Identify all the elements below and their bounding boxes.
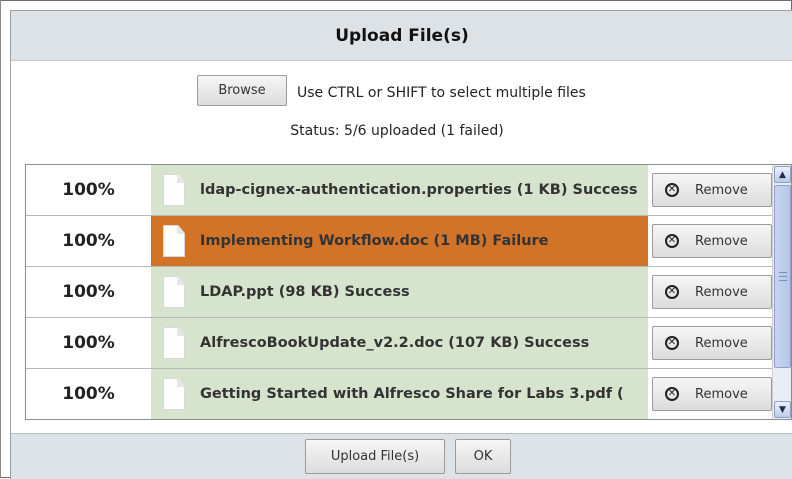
browse-row: Browse Use CTRL or SHIFT to select multi…: [197, 74, 586, 106]
file-progress: 100%: [26, 369, 151, 419]
document-icon: [163, 327, 185, 359]
file-progress: 100%: [26, 318, 151, 368]
multi-select-hint: Use CTRL or SHIFT to select multiple fil…: [297, 85, 586, 101]
file-name: ldap-cignex-authentication.properties (1…: [200, 182, 638, 198]
document-icon: [163, 225, 185, 257]
file-entry: Getting Started with Alfresco Share for …: [151, 369, 648, 419]
file-row: 100% ldap-cignex-authentication.properti…: [26, 165, 772, 216]
remove-cell: ✕ Remove: [648, 267, 772, 317]
file-row: 100% Implementing Workflow.doc (1 MB) Fa…: [26, 216, 772, 267]
remove-circle-x-icon: ✕: [665, 234, 679, 248]
document-icon: [163, 378, 185, 410]
file-name: AlfrescoBookUpdate_v2.2.doc (107 KB) Suc…: [200, 335, 590, 351]
ok-button[interactable]: OK: [455, 439, 511, 474]
file-progress: 100%: [26, 267, 151, 317]
remove-label: Remove: [695, 335, 748, 351]
remove-button[interactable]: ✕ Remove: [652, 275, 772, 309]
file-entry-failed: Implementing Workflow.doc (1 MB) Failure: [151, 216, 648, 266]
remove-button[interactable]: ✕ Remove: [652, 173, 772, 207]
file-name: Implementing Workflow.doc (1 MB) Failure: [200, 233, 549, 249]
upload-status: Status: 5/6 uploaded (1 failed): [290, 123, 504, 139]
file-list-scrollbar[interactable]: ▲ ▼: [772, 165, 791, 419]
scrollbar-thumb[interactable]: [774, 185, 791, 368]
document-icon: [163, 276, 185, 308]
remove-circle-x-icon: ✕: [665, 387, 679, 401]
dialog-title: Upload File(s): [10, 10, 792, 61]
file-list: 100% ldap-cignex-authentication.properti…: [25, 164, 792, 420]
remove-circle-x-icon: ✕: [665, 336, 679, 350]
file-entry: LDAP.ppt (98 KB) Success: [151, 267, 648, 317]
upload-files-button[interactable]: Upload File(s): [305, 439, 445, 474]
remove-label: Remove: [695, 233, 748, 249]
remove-cell: ✕ Remove: [648, 318, 772, 368]
scroll-down-arrow-icon[interactable]: ▼: [774, 401, 791, 418]
file-progress: 100%: [26, 165, 151, 215]
file-row: 100% LDAP.ppt (98 KB) Success ✕ Remove: [26, 267, 772, 318]
remove-circle-x-icon: ✕: [665, 183, 679, 197]
file-row: 100% AlfrescoBookUpdate_v2.2.doc (107 KB…: [26, 318, 772, 369]
grip-icon: [779, 272, 787, 281]
browse-button[interactable]: Browse: [197, 74, 287, 106]
remove-label: Remove: [695, 386, 748, 402]
file-entry: ldap-cignex-authentication.properties (1…: [151, 165, 648, 215]
remove-label: Remove: [695, 284, 748, 300]
file-name: LDAP.ppt (98 KB) Success: [200, 284, 410, 300]
remove-button[interactable]: ✕ Remove: [652, 377, 772, 411]
file-row: 100% Getting Started with Alfresco Share…: [26, 369, 772, 419]
remove-label: Remove: [695, 182, 748, 198]
remove-circle-x-icon: ✕: [665, 285, 679, 299]
upload-dialog: Upload File(s) Browse Use CTRL or SHIFT …: [0, 0, 792, 479]
file-progress: 100%: [26, 216, 151, 266]
remove-cell: ✕ Remove: [648, 165, 772, 215]
remove-cell: ✕ Remove: [648, 216, 772, 266]
scroll-up-arrow-icon[interactable]: ▲: [774, 166, 791, 183]
document-icon: [163, 174, 185, 206]
file-name: Getting Started with Alfresco Share for …: [200, 386, 624, 402]
file-entry: AlfrescoBookUpdate_v2.2.doc (107 KB) Suc…: [151, 318, 648, 368]
remove-button[interactable]: ✕ Remove: [652, 224, 772, 258]
remove-button[interactable]: ✕ Remove: [652, 326, 772, 360]
remove-cell: ✕ Remove: [648, 369, 772, 419]
